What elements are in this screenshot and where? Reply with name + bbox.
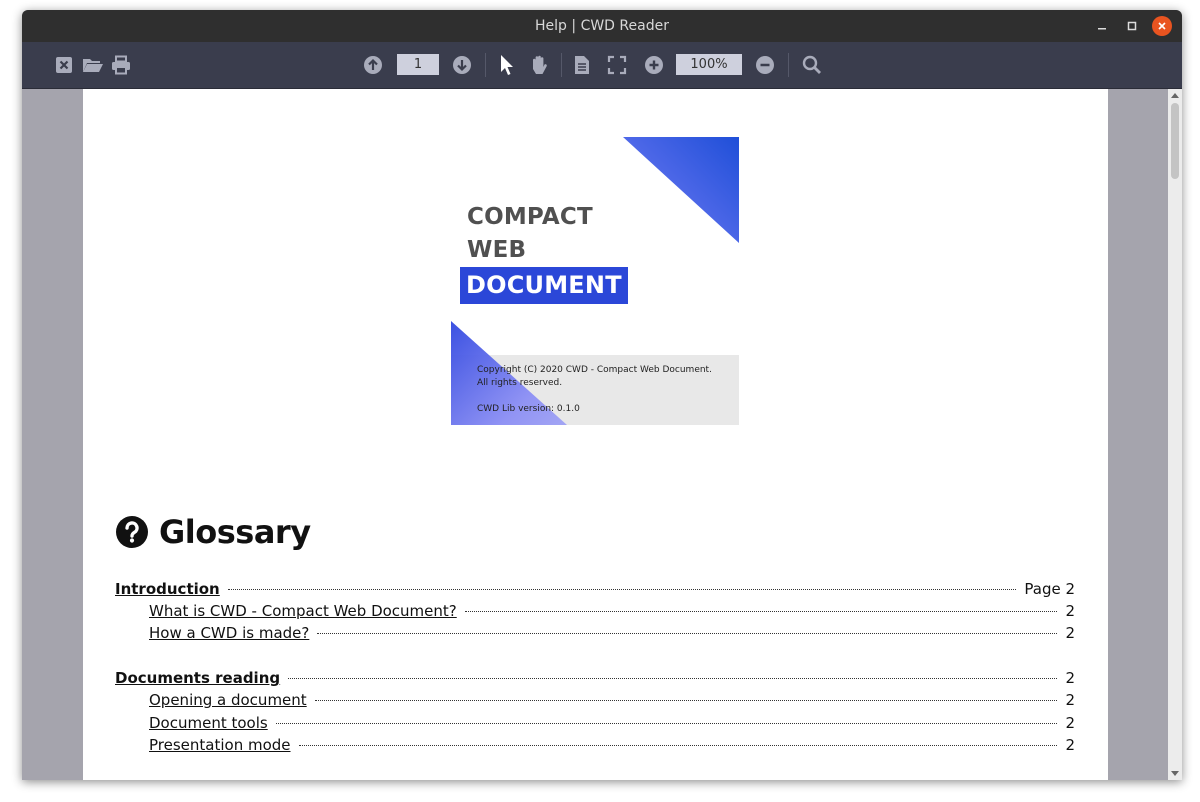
plus-circle-icon [645, 56, 663, 74]
minimize-button[interactable] [1092, 16, 1112, 36]
zoom-in-button[interactable] [642, 53, 666, 77]
close-document-icon [56, 57, 72, 73]
toc-entry: How a CWD is made? 2 [149, 624, 1075, 646]
maximize-button[interactable] [1122, 16, 1142, 36]
page-number-input[interactable] [397, 54, 439, 75]
toc-page-number: 2 [1065, 602, 1075, 620]
next-page-button[interactable] [450, 53, 474, 77]
toc-entry: Documents reading 2 [115, 669, 1075, 691]
toc-leader [464, 611, 1058, 612]
toolbar-separator [561, 53, 562, 77]
app-window: Help | CWD Reader 1 100% COMPACT WEB DOC… [22, 10, 1182, 780]
cover-title: COMPACT WEB DOCUMENT [460, 201, 628, 304]
toc-page-number: 2 [1065, 624, 1075, 642]
toc-link-what-is-cwd[interactable]: What is CWD - Compact Web Document? [149, 602, 457, 620]
toc-entry: Introduction Page 2 [115, 580, 1075, 602]
toc-leader [298, 745, 1058, 746]
arrow-up-circle-icon [364, 56, 382, 74]
hand-icon [533, 55, 547, 74]
close-document-button[interactable] [52, 53, 76, 77]
pointer-cursor-icon [501, 55, 513, 75]
folder-open-icon [83, 59, 103, 72]
toc-link-presentation-mode[interactable]: Presentation mode [149, 736, 291, 754]
toc-page-number: 2 [1065, 736, 1075, 754]
print-icon [112, 55, 130, 75]
minimize-icon [1098, 28, 1106, 30]
question-circle-icon [116, 516, 148, 548]
toc-leader [314, 700, 1058, 701]
toolbar [22, 42, 1182, 89]
toc-link-introduction[interactable]: Introduction [115, 580, 220, 598]
toolbar-separator [788, 53, 789, 77]
maximize-icon [1127, 21, 1137, 31]
toc-entry: Document tools 2 [149, 714, 1075, 736]
toc-page-number: 2 [1065, 691, 1075, 709]
toc-page-number: 2 [1065, 669, 1075, 687]
search-icon [802, 55, 821, 74]
toc-link-documents-reading[interactable]: Documents reading [115, 669, 280, 687]
toolbar-separator [485, 53, 486, 77]
glossary-heading: Glossary [115, 513, 311, 551]
search-button[interactable] [800, 53, 824, 77]
glossary-title: Glossary [159, 513, 311, 551]
toc-entry: What is CWD - Compact Web Document? 2 [149, 602, 1075, 624]
minus-circle-icon [756, 56, 774, 74]
toc-page-number: 2 [1065, 714, 1075, 732]
toc-page-number: Page 2 [1024, 580, 1075, 598]
window-controls [1092, 16, 1172, 36]
title-bar[interactable]: Help | CWD Reader [22, 10, 1182, 42]
hand-tool-button[interactable] [527, 53, 551, 77]
toc-leader [288, 678, 1058, 679]
open-document-button[interactable] [81, 53, 105, 77]
select-tool-button[interactable] [494, 53, 518, 77]
cover-title-line: COMPACT [467, 204, 593, 230]
scroll-down-arrow[interactable] [1171, 771, 1179, 776]
toc-link-document-tools[interactable]: Document tools [149, 714, 268, 732]
cover-title-line: WEB [467, 237, 527, 263]
arrow-down-circle-icon [453, 56, 471, 74]
previous-page-button[interactable] [361, 53, 385, 77]
toc-leader [317, 633, 1058, 634]
version-line: CWD Lib version: 0.1.0 [477, 404, 580, 414]
document-page: COMPACT WEB DOCUMENT Copyright (C) 2020 … [83, 89, 1108, 780]
toc-link-how-cwd-made[interactable]: How a CWD is made? [149, 624, 309, 642]
cover-triangle-decoration [623, 137, 739, 243]
print-button[interactable] [109, 53, 133, 77]
toc-leader [227, 589, 1017, 590]
fit-to-screen-icon [607, 55, 627, 75]
rights-line: All rights reserved. [477, 378, 563, 388]
close-window-button[interactable] [1152, 16, 1172, 36]
toc-entry: Opening a document 2 [149, 691, 1075, 713]
scrollbar-thumb[interactable] [1171, 103, 1179, 179]
zoom-level-input[interactable] [676, 54, 742, 75]
vertical-scrollbar[interactable] [1168, 89, 1182, 780]
single-page-view-button[interactable] [570, 53, 594, 77]
toc-entry: Presentation mode 2 [149, 736, 1075, 758]
cover-copyright-text: Copyright (C) 2020 CWD - Compact Web Doc… [477, 364, 712, 416]
zoom-out-button[interactable] [753, 53, 777, 77]
cover-image: COMPACT WEB DOCUMENT Copyright (C) 2020 … [451, 137, 739, 425]
toc-leader [275, 723, 1058, 724]
toc-link-opening-document[interactable]: Opening a document [149, 691, 307, 709]
cover-title-highlight: DOCUMENT [460, 267, 628, 304]
copyright-line: Copyright (C) 2020 CWD - Compact Web Doc… [477, 365, 712, 375]
document-viewport[interactable]: COMPACT WEB DOCUMENT Copyright (C) 2020 … [22, 89, 1168, 780]
document-page-icon [575, 56, 589, 74]
window-title: Help | CWD Reader [535, 18, 669, 34]
scroll-up-arrow[interactable] [1171, 93, 1179, 98]
close-icon [1158, 22, 1166, 30]
fit-page-button[interactable] [605, 53, 629, 77]
